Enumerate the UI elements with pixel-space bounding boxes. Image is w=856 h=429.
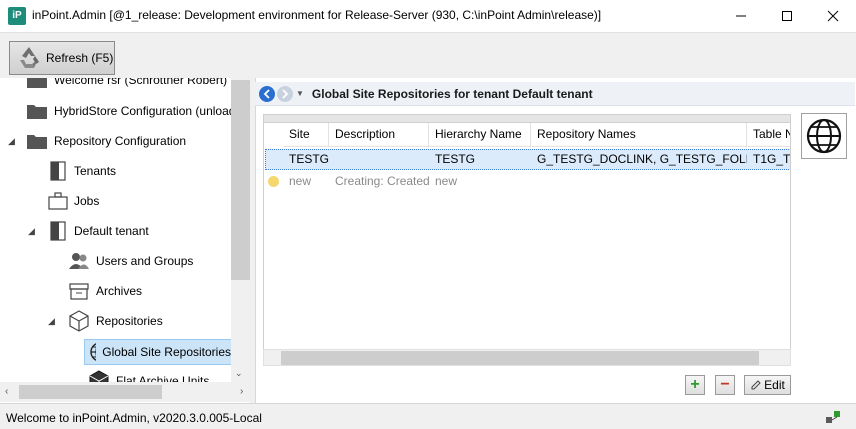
tree-item-global-site-repositories[interactable]: Global Site Repositories [84, 339, 232, 365]
edit-label: Edit [764, 378, 785, 392]
archive-box-icon [69, 283, 89, 300]
folder-icon [27, 135, 47, 149]
cell-hierarchy-name: TESTG [435, 152, 476, 166]
users-icon [69, 253, 89, 269]
forward-arrow-icon [282, 88, 289, 99]
collapse-icon[interactable]: ◢ [48, 316, 58, 326]
tree-horizontal-scroll-thumb[interactable] [19, 385, 162, 399]
forward-button[interactable] [277, 85, 293, 102]
repositories-grid: Site Description Hierarchy Name Reposito… [263, 114, 791, 350]
column-header-description[interactable]: Description [329, 123, 429, 147]
back-button[interactable] [259, 85, 275, 102]
remove-button[interactable]: − [715, 375, 735, 395]
status-bar: Welcome to inPoint.Admin, v2020.3.0.005-… [0, 403, 856, 429]
cell-hierarchy-name-new[interactable]: new [429, 170, 531, 192]
folder-icon [27, 78, 47, 88]
tree-vertical-scroll-thumb[interactable] [231, 80, 250, 280]
briefcase-icon [48, 192, 68, 210]
grid-horizontal-scroll-thumb[interactable] [281, 351, 759, 365]
history-dropdown-icon[interactable]: ▼ [296, 89, 304, 98]
cube-icon [69, 310, 89, 332]
collapse-icon[interactable]: ◢ [8, 136, 18, 146]
column-header-hierarchy-name[interactable]: Hierarchy Name [429, 123, 531, 147]
door-icon [50, 161, 66, 181]
tree-item-users-and-groups[interactable]: Users and Groups [68, 250, 193, 272]
tree-item-archives[interactable]: Archives [68, 280, 142, 302]
door-icon [50, 221, 66, 241]
refresh-button[interactable]: Refresh (F5) [9, 41, 115, 75]
edit-button[interactable]: Edit [744, 375, 791, 395]
window-title: inPoint.Admin [@1_release: Development e… [32, 8, 602, 22]
cell-description [329, 148, 429, 170]
column-header-repository-names[interactable]: Repository Names [531, 123, 747, 147]
navigation-tree: Welcome rsr (Schrottner Robert) HybridSt… [0, 78, 250, 403]
cell-site: TESTG [289, 152, 329, 166]
scroll-down-arrow-icon[interactable]: ⌄ [235, 368, 243, 379]
minimize-button[interactable] [718, 0, 764, 32]
tree-item-repository-configuration[interactable]: Repository Configuration [26, 130, 186, 152]
pencil-icon [751, 380, 761, 390]
scroll-left-arrow-icon[interactable]: ‹ [5, 386, 8, 397]
maximize-button[interactable] [764, 0, 810, 32]
scroll-right-arrow-icon[interactable]: › [240, 386, 243, 397]
collapse-icon[interactable]: ◢ [28, 226, 38, 236]
new-row-indicator-icon [268, 176, 279, 187]
title-bar: iP inPoint.Admin [@1_release: Developmen… [0, 0, 856, 32]
global-site-icon-panel [801, 113, 847, 159]
content-header: ▼ Global Site Repositories for tenant De… [255, 82, 855, 106]
maximize-icon [782, 11, 792, 21]
folder-icon [27, 105, 47, 119]
tree-item-tenants[interactable]: Tenants [48, 160, 116, 182]
column-header-table-name[interactable]: Table Name [747, 123, 790, 147]
cell-table-name: T1G_TESTG [753, 152, 791, 166]
close-icon [827, 10, 839, 22]
back-arrow-icon [263, 88, 270, 99]
close-button[interactable] [810, 0, 856, 32]
grid-group-header [264, 115, 790, 123]
tree-item-default-tenant[interactable]: Default tenant [48, 220, 149, 242]
cell-description-new[interactable]: Creating: Created [329, 170, 429, 192]
globe-icon [90, 343, 97, 361]
tree-item-welcome[interactable]: Welcome rsr (Schrottner Robert) [26, 78, 227, 91]
connection-status-icon [826, 411, 840, 423]
toolbar: Refresh (F5) [0, 32, 856, 78]
minus-icon: − [720, 376, 730, 393]
cell-repository-names: G_TESTG_DOCLINK, G_TESTG_FOLDERS [537, 152, 747, 166]
refresh-label: Refresh (F5) [46, 51, 114, 65]
tree-item-hybridstore[interactable]: HybridStore Configuration (unloaded) [26, 100, 250, 122]
plus-icon: + [690, 376, 700, 393]
add-button[interactable]: + [685, 375, 705, 395]
tree-item-jobs[interactable]: Jobs [48, 190, 99, 212]
cell-site-new[interactable]: new [283, 170, 329, 192]
status-text: Welcome to inPoint.Admin, v2020.3.0.005-… [6, 411, 262, 425]
content-title: Global Site Repositories for tenant Defa… [311, 86, 593, 101]
tree-item-repositories[interactable]: Repositories [68, 310, 163, 332]
minimize-icon [736, 15, 746, 17]
recycle-icon [20, 47, 39, 68]
globe-icon [806, 118, 842, 154]
column-header-site[interactable]: Site [283, 123, 329, 147]
app-icon: iP [8, 7, 26, 25]
